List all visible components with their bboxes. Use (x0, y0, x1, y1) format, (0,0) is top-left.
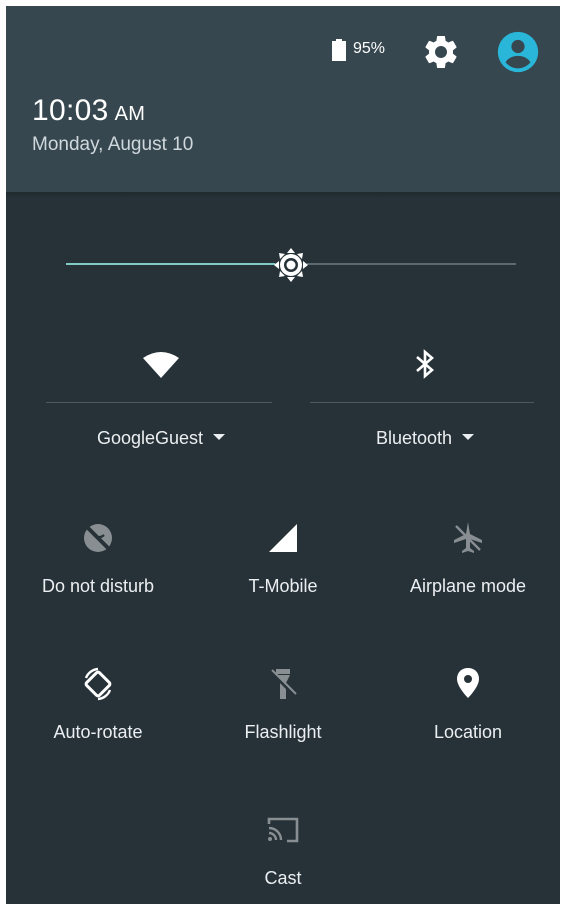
brightness-icon[interactable] (271, 245, 311, 285)
tile-cast[interactable]: Cast (191, 810, 375, 904)
wifi-label[interactable]: GoogleGuest (46, 428, 276, 449)
notification-header: 95% 10:03 AM Monday, August 10 (6, 6, 560, 192)
cast-icon[interactable] (263, 810, 303, 850)
account-circle-icon[interactable] (496, 30, 540, 74)
tile-label: Do not disturb (41, 576, 155, 596)
ampm-text: AM (114, 103, 146, 125)
bluetooth-divider (310, 402, 534, 403)
chevron-down-icon (213, 434, 226, 441)
wifi-name: GoogleGuest (96, 428, 204, 448)
do-not-disturb-icon[interactable] (78, 518, 118, 558)
brightness-track-fill (66, 263, 291, 265)
brightness-slider[interactable] (66, 247, 516, 282)
tile-auto-rotate[interactable]: Auto-rotate (6, 664, 190, 764)
tile-t-mobile[interactable]: T-Mobile (191, 518, 375, 618)
airplane-icon[interactable] (448, 518, 488, 558)
tile-label: Airplane mode (409, 576, 527, 596)
quick-settings-panel: 95% 10:03 AM Monday, August 10 GoogleGue… (6, 6, 560, 904)
time-text: 10:03 (32, 94, 109, 127)
chevron-down-icon (462, 434, 475, 441)
cell-signal-icon[interactable] (263, 518, 303, 558)
tile-label: Location (433, 722, 503, 742)
wifi-divider (46, 402, 272, 403)
bluetooth-name: Bluetooth (375, 428, 453, 448)
battery-percent: 95% (353, 40, 386, 57)
bluetooth-icon[interactable] (405, 344, 445, 384)
battery-icon (332, 39, 346, 61)
flashlight-icon[interactable] (263, 664, 303, 704)
bluetooth-label[interactable]: Bluetooth (310, 428, 540, 449)
gear-icon[interactable] (421, 32, 461, 72)
auto-rotate-icon[interactable] (78, 664, 118, 704)
tile-label: T-Mobile (248, 576, 318, 596)
date-text[interactable]: Monday, August 10 (32, 134, 193, 156)
clock[interactable]: 10:03 AM (32, 94, 145, 128)
tile-flashlight[interactable]: Flashlight (191, 664, 375, 764)
tile-location[interactable]: Location (376, 664, 560, 764)
header-shadow (6, 192, 560, 198)
wifi-tile[interactable]: GoogleGuest (46, 336, 276, 468)
tile-do-not-disturb[interactable]: Do not disturb (6, 518, 190, 618)
tile-label: Auto-rotate (53, 722, 143, 742)
bluetooth-tile[interactable]: Bluetooth (310, 336, 540, 468)
location-icon[interactable] (448, 664, 488, 704)
tile-label: Flashlight (244, 722, 322, 742)
tile-airplane-mode[interactable]: Airplane mode (376, 518, 560, 618)
tile-label: Cast (264, 868, 302, 888)
wifi-icon[interactable] (141, 344, 181, 384)
